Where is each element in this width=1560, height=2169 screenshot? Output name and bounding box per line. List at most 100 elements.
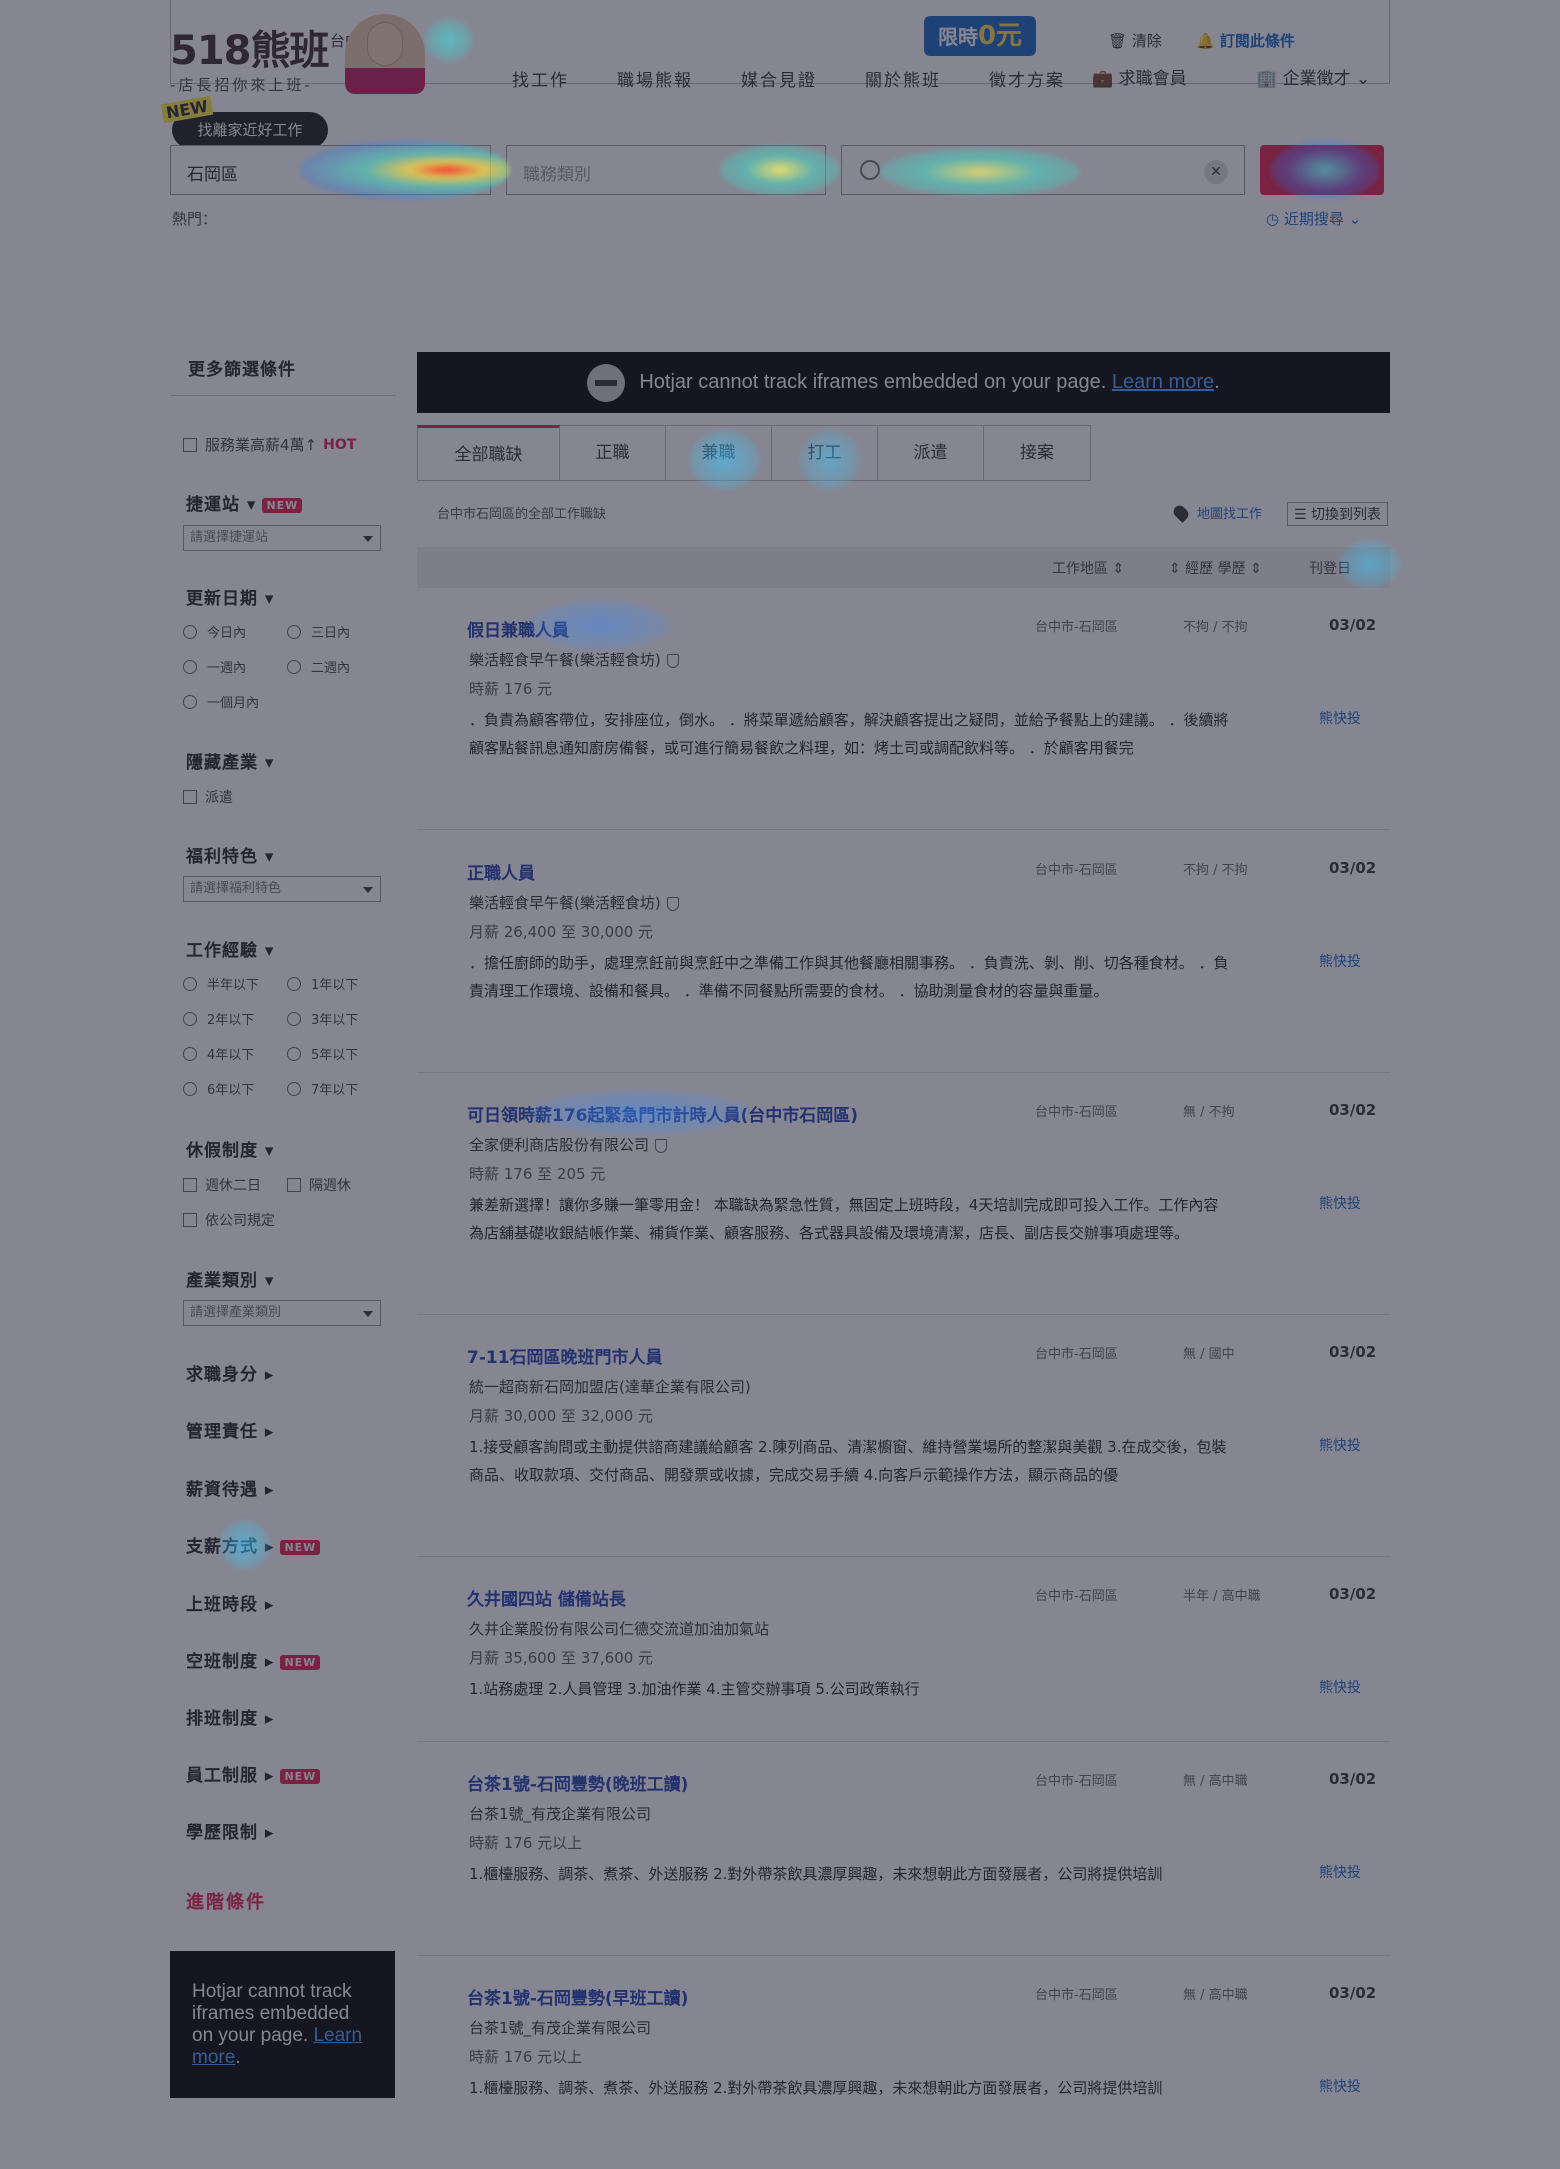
leave-heading[interactable]: 休假制度 ▾ bbox=[186, 1136, 274, 1161]
tab-fulltime[interactable]: 正職 bbox=[560, 425, 666, 481]
quick-apply-button[interactable]: 熊快投 bbox=[1319, 2076, 1361, 2096]
exp-opt[interactable]: 1年以下 bbox=[287, 974, 358, 993]
update-opt-week[interactable]: 一週內 bbox=[183, 657, 246, 676]
update-opt-2weeks[interactable]: 二週內 bbox=[287, 657, 350, 676]
tab-all[interactable]: 全部職缺 bbox=[417, 425, 560, 481]
search-button[interactable] bbox=[1260, 145, 1384, 195]
station-select[interactable]: 請選擇捷運站 bbox=[183, 525, 381, 551]
leave-opt[interactable]: 依公司規定 bbox=[183, 1210, 275, 1230]
map-search-link[interactable]: 地圖找工作 bbox=[1171, 502, 1262, 523]
quick-apply-button[interactable]: 熊快投 bbox=[1319, 951, 1361, 971]
filter-schedule[interactable]: 排班制度 ▸ bbox=[186, 1704, 274, 1729]
tab-dispatch[interactable]: 派遣 bbox=[878, 425, 984, 481]
update-opt-month[interactable]: 一個月內 bbox=[183, 692, 259, 711]
filter-salary[interactable]: 薪資待遇 ▸ bbox=[186, 1475, 274, 1500]
checkbox[interactable] bbox=[183, 437, 197, 452]
update-date-heading[interactable]: 更新日期 ▾ bbox=[186, 584, 274, 609]
quick-apply-button[interactable]: 熊快投 bbox=[1319, 1677, 1361, 1697]
job-card[interactable]: 可日領時薪176起緊急門市計時人員(台中市石岡區) 全家便利商店股份有限公司 時… bbox=[417, 1101, 1390, 1315]
logo[interactable]: 518熊班 -店長招你來上班- bbox=[170, 18, 329, 95]
benefit-heading[interactable]: 福利特色 ▾ bbox=[186, 842, 274, 867]
company-name: 樂活輕食早午餐(樂活輕食坊) bbox=[469, 651, 661, 669]
hidden-dispatch-filter[interactable]: 派遣 bbox=[183, 787, 233, 807]
job-company[interactable]: 統一超商新石岡加盟店(達華企業有限公司) bbox=[469, 1376, 751, 1397]
experience-heading[interactable]: 工作經驗 ▾ bbox=[186, 936, 274, 961]
tab-freelance[interactable]: 接案 bbox=[984, 425, 1091, 481]
job-title[interactable]: 台茶1號-石岡豐勢(早班工讀) bbox=[467, 1984, 688, 2009]
tab-parttime[interactable]: 兼職 bbox=[666, 425, 772, 481]
quick-apply-button[interactable]: 熊快投 bbox=[1319, 1193, 1361, 1213]
job-card[interactable]: 台茶1號-石岡豐勢(晚班工讀) 台茶1號_有茂企業有限公司 時薪 176 元以上… bbox=[417, 1770, 1390, 1956]
job-company[interactable]: 久井企業股份有限公司仁德交流道加油加氣站 bbox=[469, 1618, 769, 1639]
filter-pay-method[interactable]: 支薪方式 ▸ NEW bbox=[186, 1532, 321, 1557]
job-title[interactable]: 久井國四站 儲備站長 bbox=[467, 1585, 626, 1610]
category-field[interactable]: 職務類別 bbox=[506, 145, 826, 195]
filter-identity[interactable]: 求職身分 ▸ bbox=[186, 1360, 274, 1385]
exp-opt[interactable]: 5年以下 bbox=[287, 1044, 358, 1063]
sort-date[interactable]: 刊登日 bbox=[1309, 558, 1351, 578]
job-title[interactable]: 假日兼職人員 bbox=[467, 616, 569, 641]
update-opt-3days[interactable]: 三日內 bbox=[287, 622, 350, 641]
hidden-industry-heading[interactable]: 隱藏產業 ▾ bbox=[186, 748, 274, 773]
filter-idle-shift[interactable]: 空班制度 ▸ NEW bbox=[186, 1647, 321, 1672]
employer-button[interactable]: 🏢 企業徵才 ⌄ bbox=[1256, 64, 1370, 89]
quick-apply-button[interactable]: 熊快投 bbox=[1319, 708, 1361, 728]
quick-apply-button[interactable]: 熊快投 bbox=[1319, 1435, 1361, 1455]
nav-item-news[interactable]: 職場熊報 bbox=[617, 66, 693, 91]
nav-item-about[interactable]: 關於熊班 bbox=[865, 66, 941, 91]
high-salary-filter[interactable]: 服務業高薪4萬↑ HOT bbox=[183, 434, 356, 455]
exp-opt[interactable]: 6年以下 bbox=[183, 1079, 254, 1098]
filter-management[interactable]: 管理責任 ▸ bbox=[186, 1417, 274, 1442]
subscribe-button[interactable]: 🔔 訂閱此條件 bbox=[1196, 30, 1295, 51]
recent-search-button[interactable]: ◷ 近期搜尋 ⌄ bbox=[1266, 208, 1361, 229]
filter-education[interactable]: 學歷限制 ▸ bbox=[186, 1818, 274, 1843]
hotjar-main-link[interactable]: Learn more bbox=[1112, 371, 1214, 394]
nav-item-pricing[interactable]: 徵才方案 bbox=[989, 66, 1065, 91]
job-company[interactable]: 樂活輕食早午餐(樂活輕食坊) bbox=[469, 892, 679, 913]
exp-opt[interactable]: 7年以下 bbox=[287, 1079, 358, 1098]
job-card[interactable]: 久井國四站 儲備站長 久井企業股份有限公司仁德交流道加油加氣站 月薪 35,60… bbox=[417, 1585, 1390, 1742]
clear-input-icon[interactable]: ✕ bbox=[1204, 160, 1228, 184]
job-card[interactable]: 台茶1號-石岡豐勢(早班工讀) 台茶1號_有茂企業有限公司 時薪 176 元以上… bbox=[417, 1984, 1390, 2134]
switch-to-list-button[interactable]: ☰ 切換到列表 bbox=[1287, 502, 1389, 526]
promo-banner[interactable]: 限時0元 bbox=[924, 16, 1036, 56]
exp-opt[interactable]: 半年以下 bbox=[183, 974, 259, 993]
nav-item-testimonials[interactable]: 媒合見證 bbox=[741, 66, 817, 91]
leave-opt[interactable]: 週休二日 bbox=[183, 1175, 261, 1195]
quick-apply-button[interactable]: 熊快投 bbox=[1319, 1862, 1361, 1882]
job-title[interactable]: 正職人員 bbox=[467, 859, 535, 884]
filter-shift-time[interactable]: 上班時段 ▸ bbox=[186, 1590, 274, 1615]
industry-select[interactable]: 請選擇產業類別 bbox=[183, 1300, 381, 1326]
column-header: 工作地區 ⇕ ⇕ 經歷 學歷 ⇕ 刊登日 bbox=[417, 547, 1390, 588]
job-company[interactable]: 台茶1號_有茂企業有限公司 bbox=[469, 2017, 651, 2038]
exp-opt[interactable]: 3年以下 bbox=[287, 1009, 358, 1028]
leave-opt-label: 週休二日 bbox=[205, 1178, 261, 1194]
benefit-select[interactable]: 請選擇福利特色 bbox=[183, 876, 381, 902]
job-company[interactable]: 台茶1號_有茂企業有限公司 bbox=[469, 1803, 651, 1824]
clear-button[interactable]: 🗑 清除 bbox=[1108, 30, 1162, 51]
job-card[interactable]: 7-11石岡區晚班門市人員 統一超商新石岡加盟店(達華企業有限公司) 月薪 30… bbox=[417, 1343, 1390, 1557]
sort-location[interactable]: 工作地區 ⇕ bbox=[1052, 558, 1124, 578]
job-title[interactable]: 7-11石岡區晚班門市人員 bbox=[467, 1343, 663, 1368]
tab-temp[interactable]: 打工 bbox=[772, 425, 878, 481]
member-button[interactable]: 💼 求職會員 bbox=[1092, 64, 1187, 89]
job-company[interactable]: 樂活輕食早午餐(樂活輕食坊) bbox=[469, 649, 679, 670]
keyword-input[interactable]: ✕ bbox=[841, 145, 1245, 195]
update-opt-today[interactable]: 今日內 bbox=[183, 622, 246, 641]
job-exp-edu: 不拘 / 不拘 bbox=[1183, 620, 1248, 635]
exp-opt[interactable]: 4年以下 bbox=[183, 1044, 254, 1063]
industry-heading[interactable]: 產業類別 ▾ bbox=[186, 1266, 274, 1291]
job-title[interactable]: 可日領時薪176起緊急門市計時人員(台中市石岡區) bbox=[467, 1101, 858, 1126]
nav-item-find-job[interactable]: 找工作 bbox=[512, 66, 569, 91]
job-company[interactable]: 全家便利商店股份有限公司 bbox=[469, 1134, 668, 1155]
job-title[interactable]: 台茶1號-石岡豐勢(晚班工讀) bbox=[467, 1770, 688, 1795]
sort-exp-edu[interactable]: ⇕ 經歷 學歷 ⇕ bbox=[1169, 558, 1262, 578]
exp-opt[interactable]: 2年以下 bbox=[183, 1009, 254, 1028]
location-field[interactable]: 石岡區 bbox=[170, 145, 491, 195]
station-heading[interactable]: 捷運站 ▾ NEW bbox=[186, 490, 303, 515]
job-card[interactable]: 正職人員 樂活輕食早午餐(樂活輕食坊) 月薪 26,400 至 30,000 元… bbox=[417, 859, 1390, 1073]
filter-uniform[interactable]: 員工制服 ▸ NEW bbox=[186, 1761, 321, 1786]
advanced-filter-link[interactable]: 進階條件 bbox=[186, 1888, 266, 1914]
job-card[interactable]: 假日兼職人員 樂活輕食早午餐(樂活輕食坊) 時薪 176 元 ．負責為顧客帶位，… bbox=[417, 616, 1390, 830]
leave-opt[interactable]: 隔週休 bbox=[287, 1175, 351, 1195]
